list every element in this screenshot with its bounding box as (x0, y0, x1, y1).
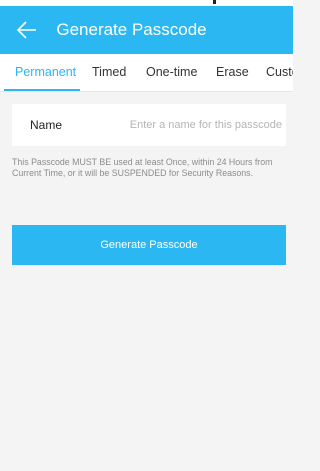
security-notice: This Passcode MUST BE used at least Once… (12, 157, 273, 178)
name-form-row: Name (12, 104, 286, 146)
app-header: Generate Passcode (0, 6, 293, 54)
tab-erase[interactable]: Erase (216, 65, 249, 79)
tab-timed[interactable]: Timed (92, 65, 126, 79)
active-tab-indicator (4, 89, 80, 91)
tab-custom[interactable]: Custo (266, 65, 293, 79)
name-input[interactable] (112, 114, 284, 136)
tab-permanent[interactable]: Permanent (15, 65, 76, 79)
status-mark (213, 0, 216, 4)
screen: Generate Passcode Permanent Timed One-ti… (0, 0, 293, 471)
generate-passcode-button[interactable]: Generate Passcode (12, 225, 286, 265)
name-label: Name (30, 118, 63, 132)
page-title: Generate Passcode (56, 20, 207, 39)
tab-one-time[interactable]: One-time (146, 65, 197, 79)
passcode-type-tabs: Permanent Timed One-time Erase Custo (0, 54, 293, 92)
